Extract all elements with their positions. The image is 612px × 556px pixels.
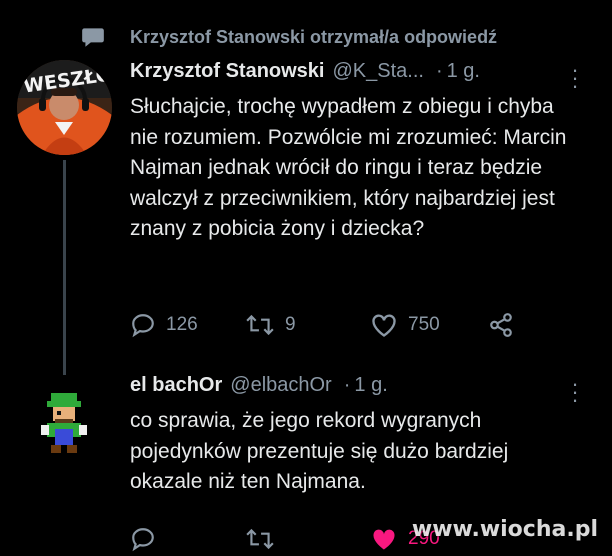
heart-icon — [372, 314, 396, 337]
watermark: www.wiocha.pl — [411, 517, 598, 542]
avatar-image — [17, 375, 112, 470]
reply-count: 126 — [166, 314, 198, 335]
tweet-header: el bachOr @elbachOr · 1 g. — [130, 374, 388, 397]
reply-button[interactable] — [130, 526, 156, 552]
retweet-button[interactable] — [245, 526, 275, 552]
share-button[interactable] — [488, 312, 514, 338]
tweet-time[interactable]: 1 g. — [447, 60, 480, 83]
reply-icon — [132, 314, 154, 338]
more-options-icon[interactable]: · · · — [570, 59, 580, 97]
share-icon — [490, 313, 512, 337]
author-handle[interactable]: @K_Sta... — [332, 60, 423, 83]
reply-button[interactable]: 126 — [130, 312, 198, 338]
like-count: 750 — [408, 314, 440, 335]
avatar-image: WESZŁO — [17, 60, 112, 155]
tweet-text: Słuchajcie, trochę wypadłem z obiegu i c… — [130, 95, 567, 240]
retweet-icon — [246, 314, 274, 336]
tweet-time[interactable]: 1 g. — [354, 374, 387, 397]
like-button[interactable]: 750 — [370, 312, 440, 338]
separator-dot: · — [435, 60, 443, 82]
avatar[interactable]: WESZŁO — [17, 60, 112, 155]
reply-context: Krzysztof Stanowski otrzymał/a odpowiedź — [82, 22, 498, 52]
retweet-button[interactable]: 9 — [245, 312, 296, 338]
tweet-header: Krzysztof Stanowski @K_Sta... · 1 g. — [130, 60, 480, 83]
speech-bubble-icon — [82, 28, 104, 47]
tweet-text: co sprawia, że jego rekord wygranych poj… — [130, 409, 509, 493]
reply-context-text: Krzysztof Stanowski otrzymał/a odpowiedź — [130, 26, 498, 47]
author-name[interactable]: Krzysztof Stanowski — [130, 60, 324, 83]
retweet-icon — [246, 528, 274, 550]
thread-connector — [63, 160, 66, 375]
separator-dot: · — [343, 374, 351, 396]
retweet-count: 9 — [285, 314, 296, 335]
author-name[interactable]: el bachOr — [130, 374, 222, 397]
avatar[interactable] — [17, 375, 112, 470]
reply-icon — [132, 528, 154, 552]
heart-icon — [373, 529, 395, 550]
author-handle[interactable]: @elbachOr — [230, 374, 331, 397]
more-options-icon[interactable]: · · · — [570, 373, 580, 411]
